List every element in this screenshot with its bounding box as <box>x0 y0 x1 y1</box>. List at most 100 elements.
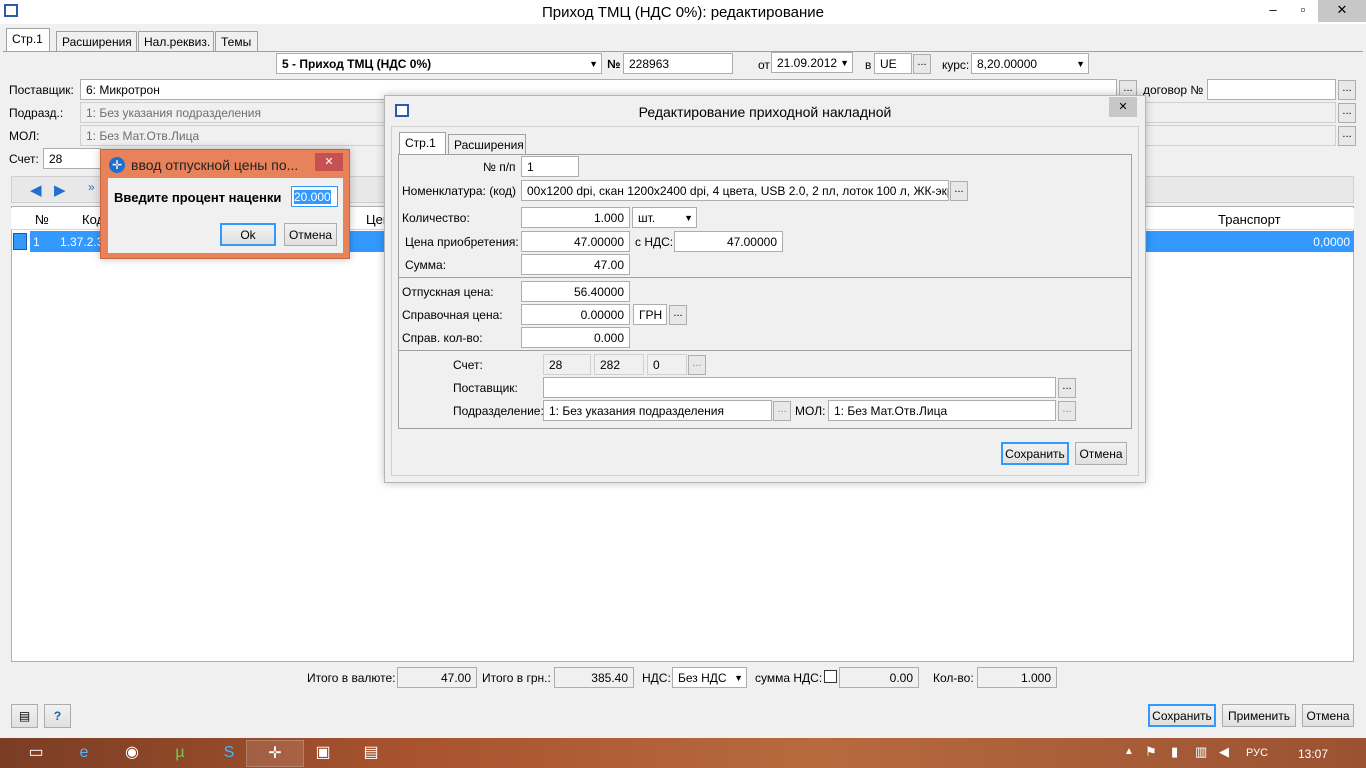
doc-type-value: 5 - Приход ТМЦ (НДС 0%) <box>282 57 432 71</box>
mol-label: МОЛ: <box>9 129 40 143</box>
window-title: Приход ТМЦ (НДС 0%): редактирование <box>542 4 824 21</box>
ref-price-label: Справочная цена: <box>402 308 503 322</box>
purchase-price-field[interactable]: 47.00000 <box>521 231 630 252</box>
cancel-button[interactable]: Отмена <box>1302 704 1354 727</box>
account-pick-button[interactable]: ... <box>688 355 706 375</box>
row-selector[interactable] <box>13 233 27 250</box>
division-label: Подразд.: <box>9 106 64 120</box>
network-icon[interactable]: ▥ <box>1195 744 1207 760</box>
tab-page1[interactable]: Стр.1 <box>6 28 50 52</box>
ref-currency-pick-button[interactable]: ... <box>669 305 687 325</box>
nomenclature-label: Номенклатура: (код) <box>402 184 516 198</box>
contract-pick-button[interactable]: ... <box>1338 80 1356 100</box>
currency-label: в <box>865 58 872 72</box>
dialog-division-field[interactable]: 1: Без указания подразделения <box>543 400 772 421</box>
sale-price-field[interactable]: 56.40000 <box>521 281 630 302</box>
line-no-label: № п/п <box>483 160 516 174</box>
currency-pick-button[interactable]: ... <box>913 54 931 74</box>
unit-select[interactable]: шт. ▼ <box>632 207 697 228</box>
number-field[interactable]: 228963 <box>623 53 733 74</box>
contract-label: договор № <box>1143 83 1204 97</box>
grid-col-num[interactable]: № <box>35 212 49 227</box>
ref-qty-field[interactable]: 0.000 <box>521 327 630 348</box>
markup-prompt: Введите процент наценки <box>114 190 282 205</box>
mol-pick-button[interactable]: ... <box>1338 126 1356 146</box>
account-field-2[interactable]: 282 <box>594 354 644 375</box>
dialog-supplier-field[interactable] <box>543 377 1056 398</box>
contract-field[interactable] <box>1207 79 1336 100</box>
taskbar: ▭ e ◉ µ S ✛ ▣ ▤ ▲ ⚑ ▮ ▥ ◀ РУС 13:07 <box>0 738 1366 768</box>
with-vat-field[interactable]: 47.00000 <box>674 231 783 252</box>
ref-qty-label: Справ. кол-во: <box>402 331 483 345</box>
apply-button[interactable]: Применить <box>1222 704 1296 727</box>
dialog-tab-extensions[interactable]: Расширения <box>448 134 526 155</box>
language-indicator[interactable]: РУС <box>1246 747 1268 759</box>
tray-up-icon[interactable]: ▲ <box>1124 746 1134 757</box>
battery-icon[interactable]: ▮ <box>1171 744 1178 760</box>
sum-field: 47.00 <box>521 254 630 275</box>
line-no-field[interactable]: 1 <box>521 156 579 177</box>
unit-value: шт. <box>638 211 656 225</box>
dialog-mol-pick-button[interactable]: ... <box>1058 401 1076 421</box>
network-app-icon[interactable]: ▤ <box>342 740 400 767</box>
markup-ok-button[interactable]: Ok <box>220 223 276 246</box>
tab-extensions[interactable]: Расширения <box>56 31 137 52</box>
invoice-dialog-close-button[interactable]: ✕ <box>1109 97 1137 117</box>
chevron-down-icon: ▼ <box>1076 59 1085 69</box>
vat-sum-label: сумма НДС: <box>755 671 823 685</box>
close-button[interactable]: ✕ <box>1318 0 1366 22</box>
account-field-1[interactable]: 28 <box>543 354 591 375</box>
dialog-save-button[interactable]: Сохранить <box>1001 442 1069 465</box>
vat-label: НДС: <box>642 671 671 685</box>
total-currency-field: 47.00 <box>397 667 477 688</box>
total-uah-label: Итого в грн.: <box>482 671 551 685</box>
markup-percent-input[interactable]: 20.000 <box>291 186 338 207</box>
ref-price-field[interactable]: 0.00000 <box>521 304 630 325</box>
invoice-dialog: Редактирование приходной накладной ✕ Стр… <box>384 95 1146 483</box>
date-field[interactable]: 21.09.2012 ▼ <box>771 52 853 73</box>
more-icon[interactable]: » <box>88 180 95 194</box>
dialog-mol-field[interactable]: 1: Без Мат.Отв.Лица <box>828 400 1056 421</box>
clock[interactable]: 13:07 <box>1298 747 1328 761</box>
quantity-field[interactable]: 1.000 <box>521 207 630 228</box>
help-button[interactable]: ? <box>44 704 71 728</box>
flag-icon[interactable]: ⚑ <box>1145 744 1157 760</box>
account-label: Счет: <box>9 152 39 166</box>
sum-label: Сумма: <box>405 258 447 272</box>
help-icon: ? <box>53 709 62 723</box>
dialog-division-pick-button[interactable]: ... <box>773 401 791 421</box>
dialog-supplier-pick-button[interactable]: ... <box>1058 378 1076 398</box>
grid-col-transport[interactable]: Транспорт <box>1218 212 1281 227</box>
markup-cancel-button[interactable]: Отмена <box>284 223 337 246</box>
vat-sum-field: 0.00 <box>839 667 919 688</box>
division-pick-button[interactable]: ... <box>1338 103 1356 123</box>
markup-dialog-body: Введите процент наценки 20.000 Ok Отмена <box>108 178 343 253</box>
restore-button[interactable]: ▫ <box>1288 0 1318 22</box>
volume-icon[interactable]: ◀ <box>1219 744 1229 760</box>
tab-tax-details[interactable]: Нал.реквиз. <box>138 31 214 52</box>
divider <box>399 277 1131 278</box>
nomenclature-pick-button[interactable]: ... <box>950 181 968 201</box>
account-field[interactable]: 28 <box>43 148 101 169</box>
chevron-down-icon: ▼ <box>684 213 693 223</box>
total-currency-label: Итого в валюте: <box>307 671 396 685</box>
nomenclature-field[interactable]: 00x1200 dpi, скан 1200x2400 dpi, 4 цвета… <box>521 180 949 201</box>
account-field-3[interactable]: 0 <box>647 354 687 375</box>
save-button[interactable]: Сохранить <box>1148 704 1216 727</box>
doc-type-select[interactable]: 5 - Приход ТМЦ (НДС 0%) ▼ <box>276 53 602 74</box>
arrow-right-icon[interactable]: ▶ <box>54 181 66 199</box>
markup-dialog-close-button[interactable]: ✕ <box>315 153 343 171</box>
minimize-button[interactable]: – <box>1258 0 1288 22</box>
vat-select[interactable]: Без НДС ▼ <box>672 667 747 688</box>
dialog-tab-page1[interactable]: Стр.1 <box>399 132 446 156</box>
window-title-bar: Приход ТМЦ (НДС 0%): редактирование – ▫ … <box>0 0 1366 24</box>
vat-checkbox[interactable] <box>824 670 837 683</box>
markup-percent-value: 20.000 <box>294 190 331 204</box>
ref-currency-field[interactable]: ГРН <box>633 304 667 325</box>
arrow-left-icon[interactable]: ◀ <box>30 181 42 199</box>
rate-select[interactable]: 8,20.00000 ▼ <box>971 53 1089 74</box>
currency-field[interactable]: UE <box>874 53 912 74</box>
tab-themes[interactable]: Темы <box>215 31 258 52</box>
dialog-cancel-button[interactable]: Отмена <box>1075 442 1127 465</box>
print-button[interactable]: ▤ <box>11 704 38 728</box>
